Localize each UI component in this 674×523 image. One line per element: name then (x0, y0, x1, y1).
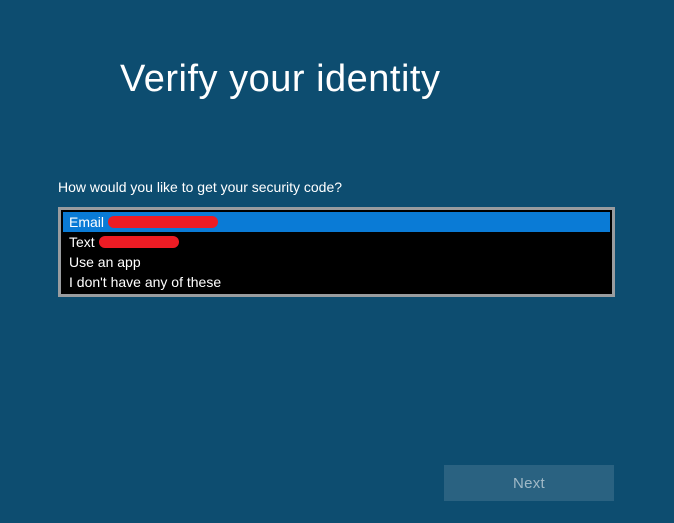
option-label: I don't have any of these (69, 272, 221, 292)
option-email[interactable]: Email (63, 212, 610, 232)
option-label: Use an app (69, 252, 141, 272)
page-title: Verify your identity (120, 58, 674, 101)
next-button[interactable]: Next (444, 465, 614, 501)
option-use-app[interactable]: Use an app (63, 252, 610, 272)
option-label: Email (69, 212, 104, 232)
option-none[interactable]: I don't have any of these (63, 272, 610, 292)
redacted-text (108, 216, 218, 228)
option-text[interactable]: Text (63, 232, 610, 252)
verification-method-list[interactable]: Email Text Use an app I don't have any o… (58, 207, 615, 297)
security-code-prompt: How would you like to get your security … (58, 179, 674, 195)
option-label: Text (69, 232, 95, 252)
redacted-text (99, 236, 179, 248)
